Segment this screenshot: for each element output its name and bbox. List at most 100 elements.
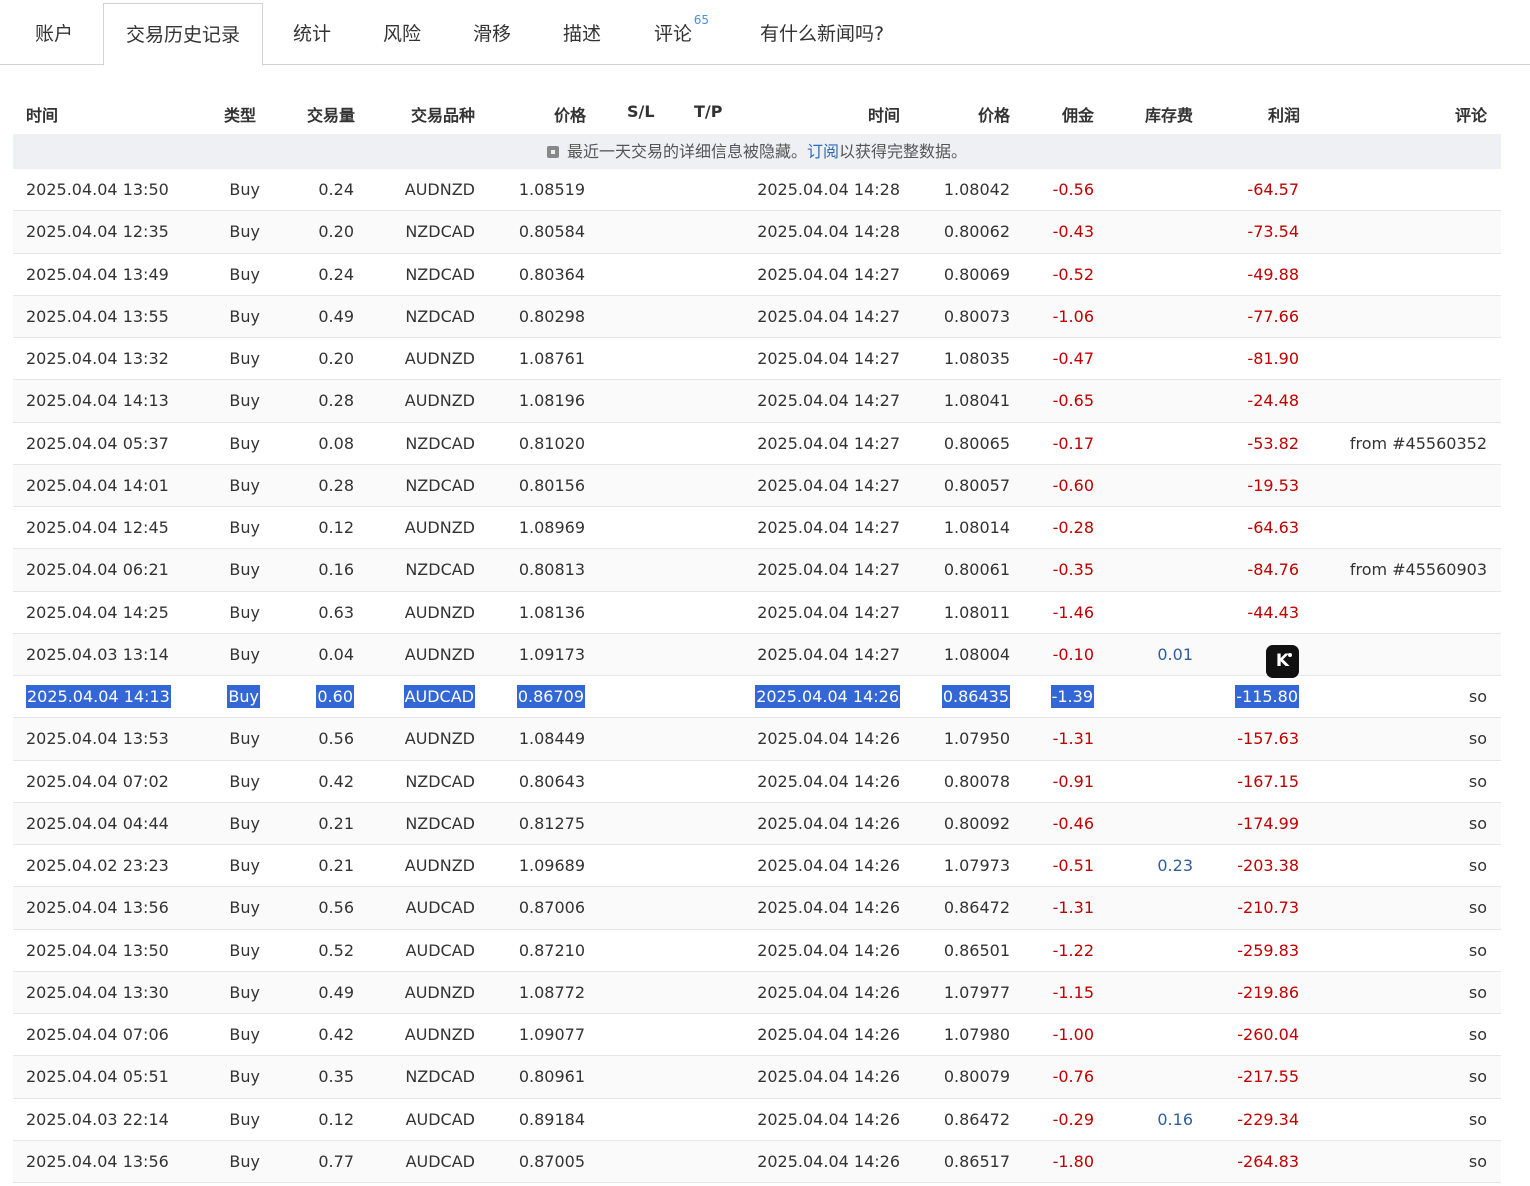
tab-reviews[interactable]: 评论 65 xyxy=(654,3,709,65)
volume-cell: 0.20 xyxy=(318,349,354,368)
symbol-cell: AUDNZD xyxy=(404,1025,475,1044)
profit-cell: -64.57 xyxy=(1247,180,1299,199)
volume-cell: 0.16 xyxy=(318,560,354,580)
table-row[interactable]: 2025.04.04 05:51 Buy 0.35 NZDCAD 0.80961 2025… xyxy=(13,1056,1501,1099)
table-row[interactable]: 2025.04.04 13:50 Buy 0.52 AUDCAD 0.87210 2025… xyxy=(13,930,1501,972)
open-time-cell: 2025.04.04 13:56 xyxy=(26,1151,169,1171)
header-comment[interactable]: 评论 xyxy=(1455,102,1487,126)
open-price-cell: 0.80156 xyxy=(518,475,585,495)
open-time-cell: 2025.04.04 07:06 xyxy=(26,1025,169,1044)
tab-account[interactable]: 账户 xyxy=(35,3,73,65)
header-tp[interactable]: T/P xyxy=(694,102,722,121)
profit-cell: -174.99 xyxy=(1237,813,1299,833)
table-row[interactable]: 2025.04.03 22:14 Buy 0.12 AUDCAD 0.89184 2025… xyxy=(13,1099,1501,1141)
header-volume[interactable]: 交易量 xyxy=(307,102,355,126)
header-open-time[interactable]: 时间 xyxy=(26,102,58,126)
type-cell: Buy xyxy=(229,391,260,411)
table-row[interactable]: 2025.04.04 06:21 Buy 0.16 NZDCAD 0.80813 2025… xyxy=(13,549,1501,592)
symbol-cell: AUDNZD xyxy=(404,518,475,537)
header-price[interactable]: 价格 xyxy=(554,102,586,126)
close-time-cell: 2025.04.04 14:27 xyxy=(757,602,900,622)
tab-label: 风险 xyxy=(383,23,422,45)
open-price-cell: 0.81275 xyxy=(518,813,585,833)
commission-cell: -0.51 xyxy=(1052,856,1094,875)
table-row[interactable]: 2025.04.04 13:56 Buy 0.77 AUDCAD 0.87005 2025… xyxy=(13,1140,1501,1183)
commission-cell: -0.10 xyxy=(1052,644,1094,664)
open-price-cell: 0.86709 xyxy=(516,685,585,708)
table-row[interactable]: 2025.04.04 14:13 Buy 0.60 AUDCAD 0.86709 2025… xyxy=(13,676,1501,719)
comment-cell: so xyxy=(1468,982,1487,1002)
tab-label: 统计 xyxy=(293,23,332,45)
profit-cell: -77.66 xyxy=(1247,306,1299,326)
reviews-count-badge: 65 xyxy=(693,13,710,27)
tab-label-wrap: 评论 65 xyxy=(654,3,709,65)
table-row[interactable]: 2025.04.04 14:01 Buy 0.28 NZDCAD 0.80156 2025… xyxy=(13,464,1501,507)
close-price-cell: 0.86501 xyxy=(943,940,1010,960)
commission-cell: -0.76 xyxy=(1052,1067,1094,1087)
table-row[interactable]: 2025.04.04 13:50 Buy 0.24 AUDNZD 1.08519 2025… xyxy=(13,169,1501,212)
header-symbol[interactable]: 交易品种 xyxy=(411,102,475,126)
symbol-cell: AUDNZD xyxy=(404,982,475,1002)
floating-app-icon[interactable]: K xyxy=(1266,645,1299,678)
table-row[interactable]: 2025.04.04 14:25 Buy 0.63 AUDNZD 1.08136 2025… xyxy=(13,592,1501,634)
open-time-cell: 2025.04.04 13:53 xyxy=(26,729,169,749)
table-row[interactable]: 2025.04.04 12:35 Buy 0.20 NZDCAD 0.80584 2025… xyxy=(13,211,1501,254)
close-price-cell: 0.86517 xyxy=(943,1151,1010,1171)
table-row[interactable]: 2025.04.02 23:23 Buy 0.21 AUDNZD 1.09689 2025… xyxy=(13,845,1501,888)
header-swap[interactable]: 库存费 xyxy=(1145,102,1193,126)
profit-cell: -229.34 xyxy=(1237,1109,1299,1129)
comment-cell: so xyxy=(1468,729,1487,749)
close-price-cell: 0.80073 xyxy=(943,306,1010,326)
header-close-price[interactable]: 价格 xyxy=(978,102,1010,126)
close-price-cell: 1.08004 xyxy=(943,644,1010,664)
type-cell: Buy xyxy=(229,518,260,537)
tab-news[interactable]: 有什么新闻吗? xyxy=(760,3,884,65)
commission-cell: -1.31 xyxy=(1052,898,1094,918)
header-type[interactable]: 类型 xyxy=(224,102,256,126)
tab-description[interactable]: 描述 xyxy=(563,3,601,65)
table-row[interactable]: 2025.04.04 13:49 Buy 0.24 NZDCAD 0.80364 2025… xyxy=(13,254,1501,296)
close-price-cell: 1.08011 xyxy=(943,602,1010,622)
open-time-cell: 2025.04.04 06:21 xyxy=(26,560,169,580)
profit-cell: -24.48 xyxy=(1247,391,1299,411)
open-price-cell: 1.08772 xyxy=(518,982,585,1002)
symbol-cell: AUDNZD xyxy=(404,856,475,875)
profit-cell: -210.73 xyxy=(1237,898,1299,918)
type-cell: Buy xyxy=(229,602,260,622)
close-price-cell: 0.80065 xyxy=(943,433,1010,453)
tab-slippage[interactable]: 滑移 xyxy=(473,3,511,65)
table-row[interactable]: 2025.04.04 12:45 Buy 0.12 AUDNZD 1.08969 2025… xyxy=(13,507,1501,550)
header-sl[interactable]: S/L xyxy=(627,102,655,121)
header-close-time[interactable]: 时间 xyxy=(868,102,900,126)
open-price-cell: 1.09077 xyxy=(518,1025,585,1044)
open-price-cell: 0.89184 xyxy=(518,1109,585,1129)
table-row[interactable]: 2025.04.04 14:13 Buy 0.28 AUDNZD 1.08196 2025… xyxy=(13,380,1501,423)
table-row[interactable]: 2025.04.04 13:55 Buy 0.49 NZDCAD 0.80298 2025… xyxy=(13,295,1501,338)
table-row[interactable]: 2025.04.04 07:06 Buy 0.42 AUDNZD 1.09077 2025… xyxy=(13,1014,1501,1057)
header-profit[interactable]: 利润 xyxy=(1268,102,1300,126)
tab-statistics[interactable]: 统计 xyxy=(293,3,331,65)
open-price-cell: 1.09173 xyxy=(518,644,585,664)
header-commission[interactable]: 佣金 xyxy=(1062,102,1094,126)
volume-cell: 0.20 xyxy=(318,222,354,242)
type-cell: Buy xyxy=(227,685,260,708)
tab-risk[interactable]: 风险 xyxy=(383,3,421,65)
open-price-cell: 1.08449 xyxy=(518,729,585,749)
subscribe-link[interactable]: 订阅 xyxy=(807,142,839,161)
open-price-cell: 1.08519 xyxy=(518,180,585,199)
table-row[interactable]: 2025.04.04 13:53 Buy 0.56 AUDNZD 1.08449 2025… xyxy=(13,718,1501,761)
table-row[interactable]: 2025.04.04 07:02 Buy 0.42 NZDCAD 0.80643 2025… xyxy=(13,761,1501,803)
symbol-cell: AUDCAD xyxy=(405,898,475,918)
table-row[interactable]: 2025.04.04 13:56 Buy 0.56 AUDCAD 0.87006 2025… xyxy=(13,887,1501,930)
close-time-cell: 2025.04.04 14:26 xyxy=(757,898,900,918)
tab-trade-history[interactable]: 交易历史记录 xyxy=(103,3,264,66)
table-row[interactable]: 2025.04.04 05:37 Buy 0.08 NZDCAD 0.81020 2025… xyxy=(13,423,1501,465)
table-row[interactable]: 2025.04.04 13:32 Buy 0.20 AUDNZD 1.08761 2025… xyxy=(13,338,1501,381)
table-row[interactable]: 2025.04.04 13:30 Buy 0.49 AUDNZD 1.08772 2025… xyxy=(13,971,1501,1014)
open-time-cell: 2025.04.04 05:37 xyxy=(26,433,169,453)
table-header: 时间 类型 交易量 交易品种 价格 S/L T/P 时间 价格 佣金 库存费 利… xyxy=(13,90,1501,134)
close-price-cell: 1.07980 xyxy=(943,1025,1010,1044)
close-price-cell: 1.08042 xyxy=(943,180,1010,199)
table-row[interactable]: 2025.04.04 04:44 Buy 0.21 NZDCAD 0.81275 2025… xyxy=(13,802,1501,845)
floating-app-letter: K xyxy=(1275,651,1290,671)
